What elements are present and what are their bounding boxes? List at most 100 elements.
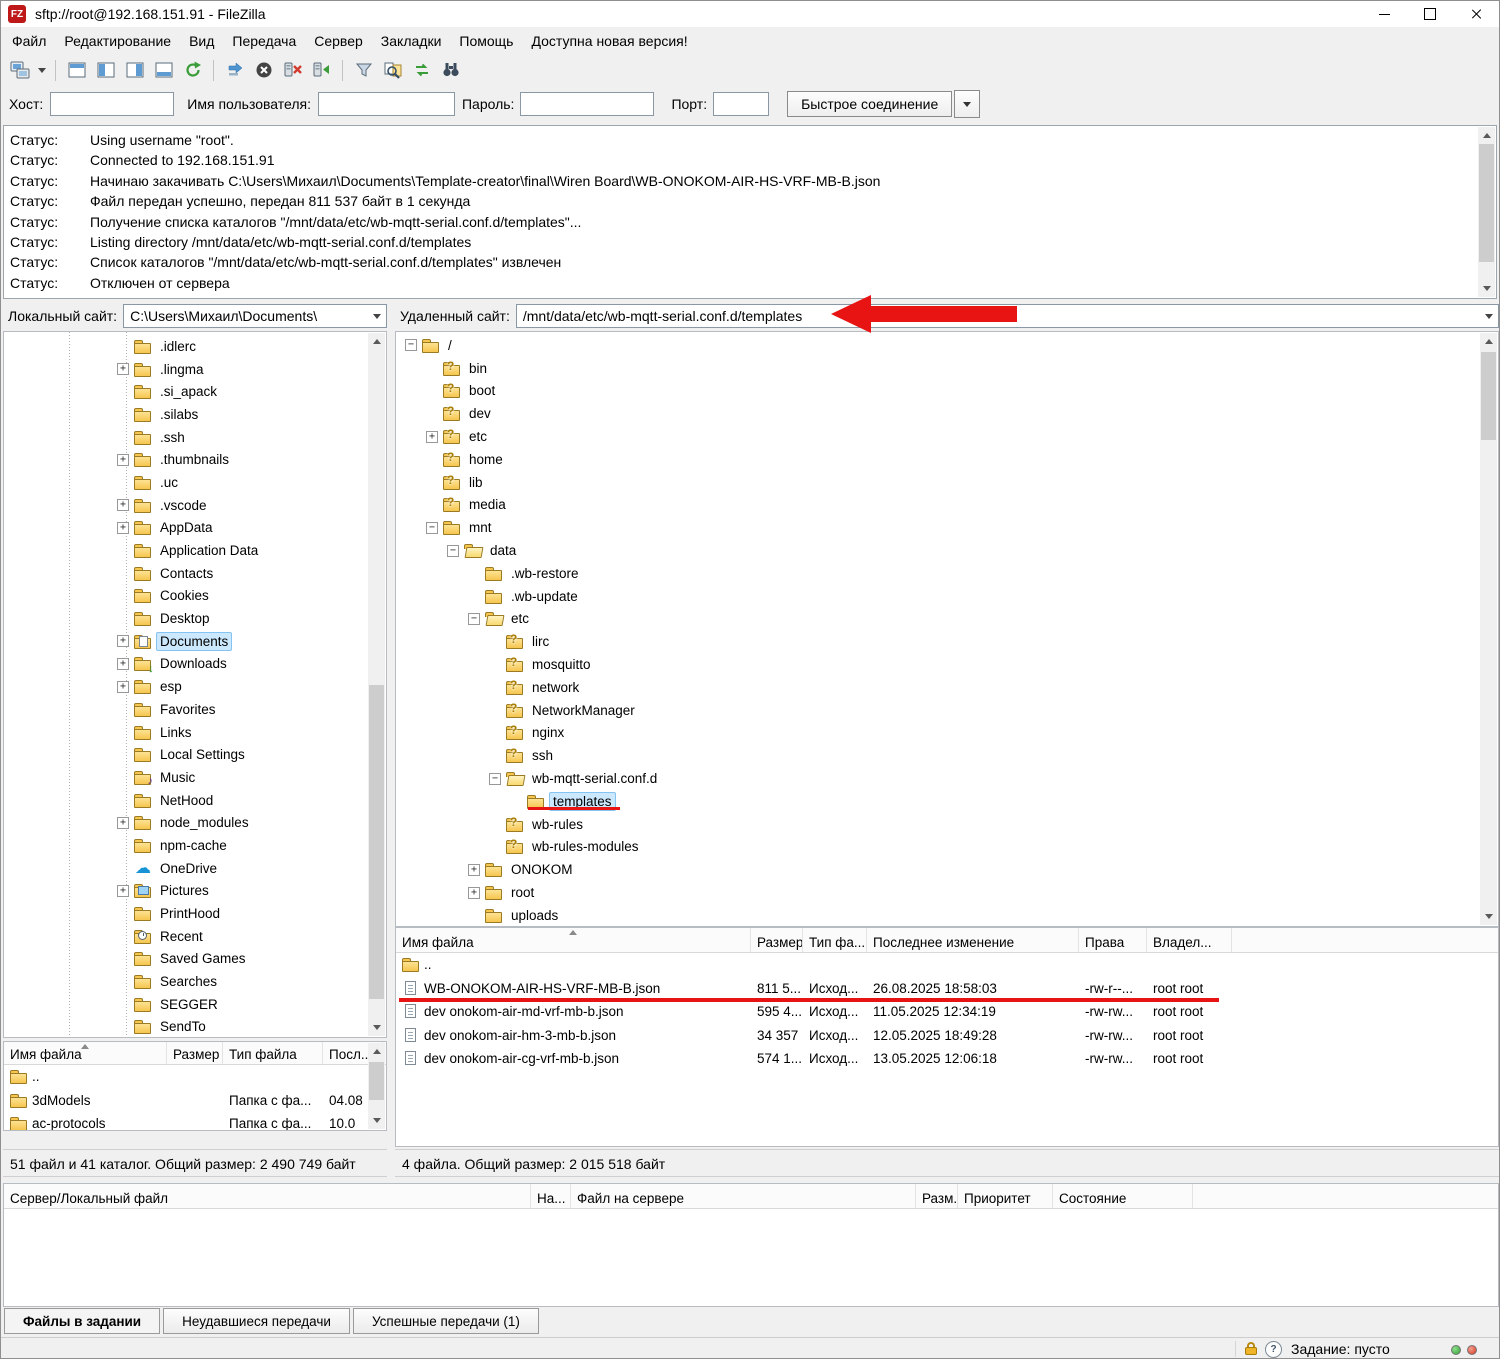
remote-tree-scrollbar[interactable]	[1480, 333, 1497, 925]
menu-вид[interactable]: Вид	[180, 29, 223, 53]
tree-item-segger[interactable]: SEGGER	[4, 993, 386, 1016]
tree-item-etc[interactable]: −etc	[396, 608, 1498, 631]
menu-передача[interactable]: Передача	[223, 29, 305, 53]
reconnect-button[interactable]	[308, 57, 335, 83]
toggle-message-log-button[interactable]	[63, 57, 90, 83]
toggle-local-tree-button[interactable]	[92, 57, 119, 83]
expand-icon[interactable]: +	[117, 363, 134, 375]
file-row-ac-protocols[interactable]: ac-protocolsПапка с фа...10.0	[4, 1112, 386, 1131]
tree-item-desktop[interactable]: Desktop	[4, 607, 386, 630]
scroll-up-button[interactable]	[368, 333, 385, 350]
scroll-up-button[interactable]	[1480, 333, 1497, 350]
tree-item-si-apack[interactable]: .si_apack	[4, 380, 386, 403]
tree-item-printhood[interactable]: PrintHood	[4, 902, 386, 925]
tree-item-appdata[interactable]: +AppData	[4, 517, 386, 540]
file-row-dev-onokom-air-cg-vrf-mb-b-json[interactable]: dev onokom-air-cg-vrf-mb-b.json574 1...И…	[396, 1047, 1498, 1071]
tree-item-local-settings[interactable]: Local Settings	[4, 743, 386, 766]
menu-закладки[interactable]: Закладки	[372, 29, 451, 53]
site-manager-dropdown-button[interactable]	[34, 57, 49, 83]
tree-item-links[interactable]: Links	[4, 721, 386, 744]
tree-item-pictures[interactable]: +Pictures	[4, 880, 386, 903]
scrollbar-track[interactable]	[1480, 350, 1497, 908]
tree-item-wb-restore[interactable]: .wb-restore	[396, 562, 1498, 585]
tree-item-documents[interactable]: +Documents	[4, 630, 386, 653]
scroll-down-button[interactable]	[1480, 908, 1497, 925]
tree-item-uc[interactable]: .uc	[4, 471, 386, 494]
menu-сервер[interactable]: Сервер	[305, 29, 372, 53]
password-input[interactable]	[520, 92, 654, 116]
column-header-права[interactable]: Права	[1079, 928, 1147, 952]
tree-item-bin[interactable]: ?bin	[396, 357, 1498, 380]
tree-item-wb-rules[interactable]: ?wb-rules	[396, 813, 1498, 836]
tree-item-favorites[interactable]: Favorites	[4, 698, 386, 721]
filter-button[interactable]	[350, 57, 377, 83]
tree-item-lingma[interactable]: +.lingma	[4, 358, 386, 381]
tree-item-nethood[interactable]: NetHood	[4, 789, 386, 812]
close-button[interactable]	[1453, 1, 1499, 27]
log-scrollbar[interactable]	[1478, 127, 1495, 297]
tree-item-wb-rules-modules[interactable]: ?wb-rules-modules	[396, 836, 1498, 859]
expand-icon[interactable]: +	[117, 658, 134, 670]
queue-tab-неудавшиеся-передачи[interactable]: Неудавшиеся передачи	[163, 1308, 350, 1334]
column-header-владел[interactable]: Владел...	[1147, 928, 1232, 952]
menu-редактирование[interactable]: Редактирование	[55, 29, 180, 53]
tree-item-item[interactable]: −/	[396, 334, 1498, 357]
scrollbar-thumb[interactable]	[369, 1062, 384, 1100]
scrollbar-track[interactable]	[1478, 144, 1495, 280]
tree-item-dev[interactable]: ?dev	[396, 402, 1498, 425]
scroll-down-button[interactable]	[368, 1112, 385, 1129]
column-header-размер[interactable]: Размер	[751, 928, 803, 952]
site-manager-button[interactable]	[6, 57, 33, 83]
tree-item-ssh[interactable]: ?ssh	[396, 744, 1498, 767]
scroll-up-button[interactable]	[368, 1043, 385, 1060]
column-header-разм[interactable]: Разм...	[916, 1184, 958, 1208]
tree-item-lirc[interactable]: ?lirc	[396, 630, 1498, 653]
tree-item-templates[interactable]: templates	[396, 790, 1498, 813]
tree-item-networkmanager[interactable]: ?NetworkManager	[396, 699, 1498, 722]
tree-item-node-modules[interactable]: +node_modules	[4, 811, 386, 834]
tree-item-vscode[interactable]: +.vscode	[4, 494, 386, 517]
expand-icon[interactable]: +	[468, 887, 485, 899]
expand-icon[interactable]: +	[117, 499, 134, 511]
tree-item-esp[interactable]: +esp	[4, 675, 386, 698]
tree-item-mosquitto[interactable]: ?mosquitto	[396, 653, 1498, 676]
expand-icon[interactable]: +	[117, 454, 134, 466]
column-header-имя-файла[interactable]: Имя файла	[396, 928, 751, 952]
tree-item-searches[interactable]: Searches	[4, 970, 386, 993]
scrollbar-thumb[interactable]	[1481, 352, 1496, 440]
column-header-последнее-изменение[interactable]: Последнее изменение	[867, 928, 1079, 952]
tree-item-cookies[interactable]: Cookies	[4, 585, 386, 608]
tree-item-silabs[interactable]: .silabs	[4, 403, 386, 426]
tree-item-media[interactable]: ?media	[396, 494, 1498, 517]
host-input[interactable]	[50, 92, 174, 116]
port-input[interactable]	[713, 92, 769, 116]
scrollbar-thumb[interactable]	[369, 685, 384, 999]
menu-доступна-новая-версия[interactable]: Доступна новая версия!	[522, 29, 696, 53]
column-header-размер[interactable]: Размер	[167, 1042, 223, 1064]
maximize-button[interactable]	[1407, 1, 1453, 27]
chevron-down-icon[interactable]	[368, 305, 386, 327]
column-header-имя-файла[interactable]: Имя файла	[4, 1042, 167, 1064]
tree-item-npm-cache[interactable]: npm-cache	[4, 834, 386, 857]
tree-item-recent[interactable]: Recent	[4, 925, 386, 948]
file-row-wb-onokom-air-hs-vrf-mb-b-json[interactable]: WB-ONOKOM-AIR-HS-VRF-MB-B.json811 5...Ис…	[396, 977, 1498, 1001]
tree-item-music[interactable]: ♪Music	[4, 766, 386, 789]
file-row-parent-dir[interactable]: ..	[396, 953, 1498, 977]
collapse-icon[interactable]: −	[405, 339, 422, 351]
expand-icon[interactable]: +	[468, 864, 485, 876]
scrollbar-track[interactable]	[368, 350, 385, 1019]
expand-icon[interactable]: +	[117, 817, 134, 829]
tree-item-contacts[interactable]: Contacts	[4, 562, 386, 585]
file-row-dev-onokom-air-md-vrf-mb-b-json[interactable]: dev onokom-air-md-vrf-mb-b.json595 4...И…	[396, 1000, 1498, 1024]
tree-item-wb-update[interactable]: .wb-update	[396, 585, 1498, 608]
expand-icon[interactable]: +	[117, 885, 134, 897]
scroll-down-button[interactable]	[1478, 280, 1495, 297]
column-header-приоритет[interactable]: Приоритет	[958, 1184, 1053, 1208]
refresh-button[interactable]	[179, 57, 206, 83]
expand-icon[interactable]: +	[117, 681, 134, 693]
find-files-button[interactable]	[437, 57, 464, 83]
queue-tab-успешные-передачи-1[interactable]: Успешные передачи (1)	[353, 1308, 539, 1334]
column-header-состояние[interactable]: Состояние	[1053, 1184, 1193, 1208]
menu-помощь[interactable]: Помощь	[450, 29, 522, 53]
process-queue-button[interactable]	[221, 57, 248, 83]
